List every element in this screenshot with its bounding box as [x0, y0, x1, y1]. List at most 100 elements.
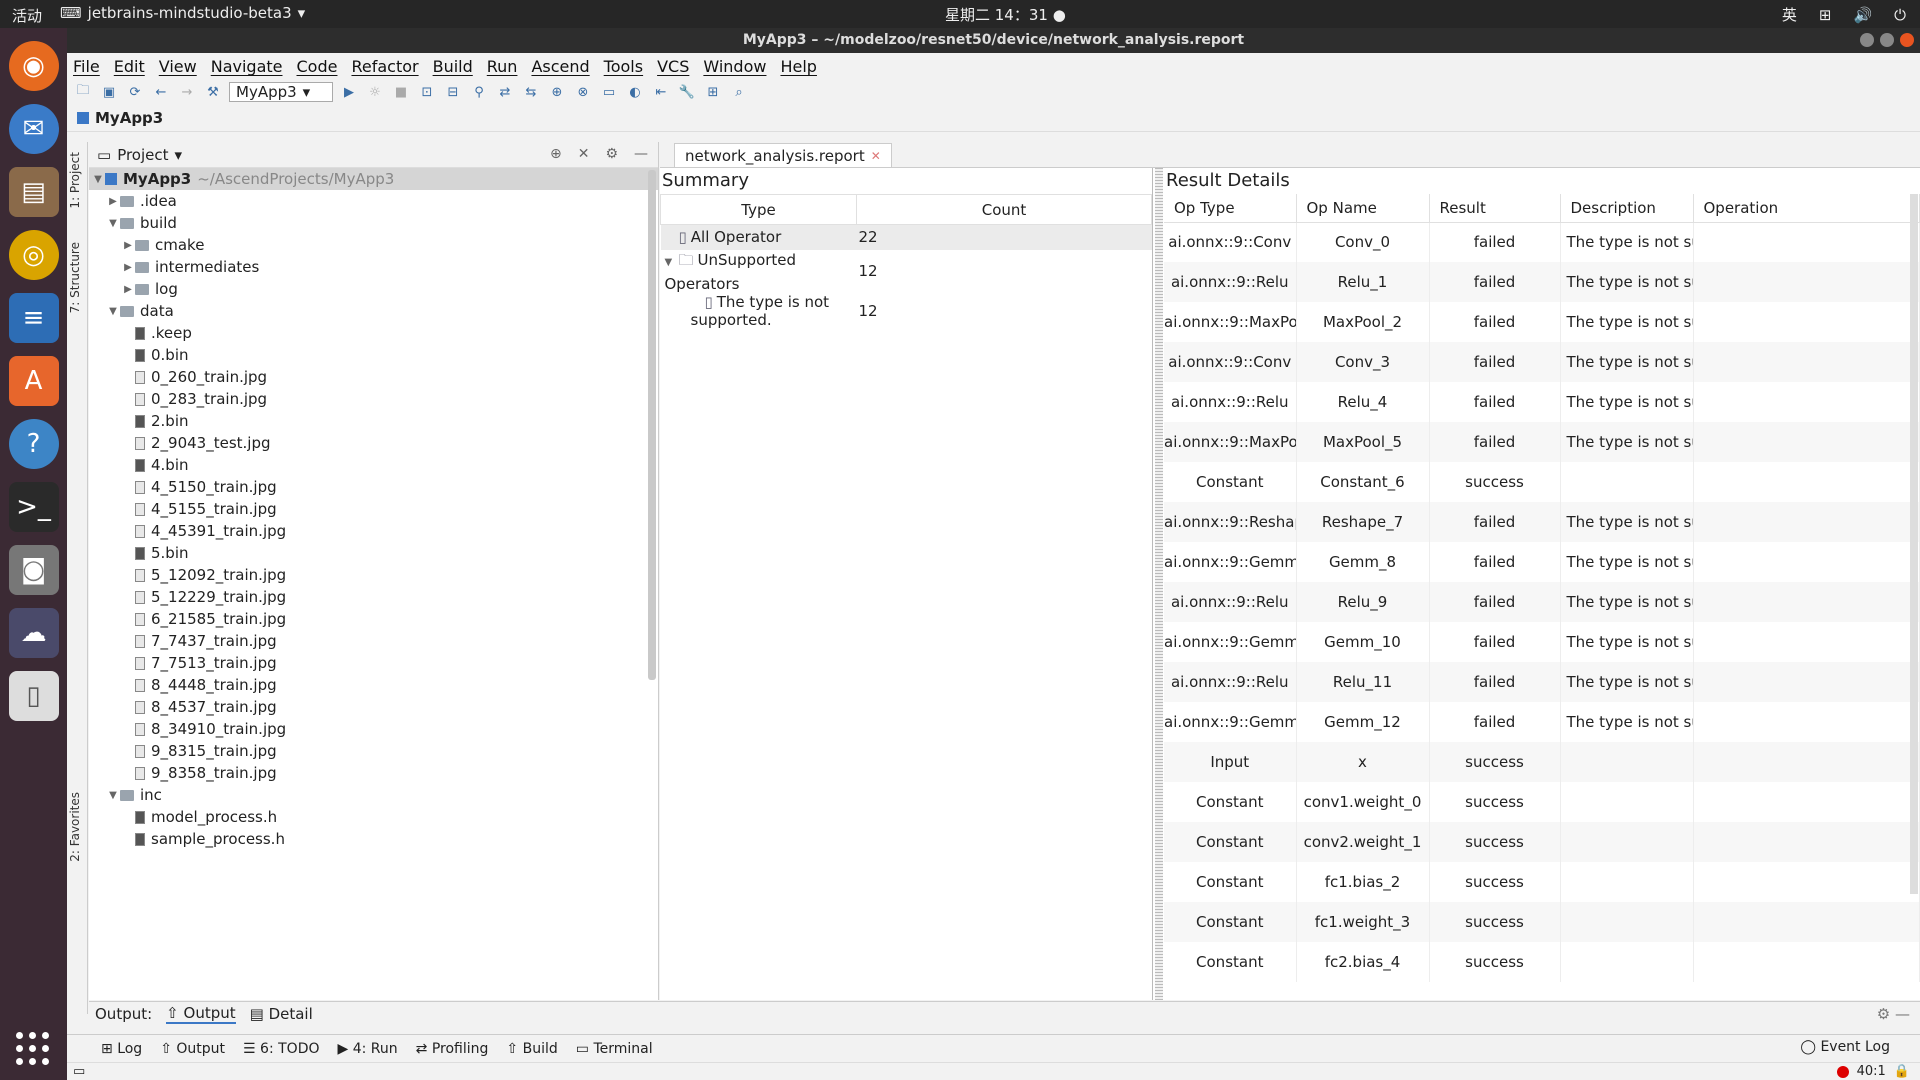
tree-item[interactable]: 0_260_train.jpg	[89, 366, 658, 388]
gear-icon[interactable]: ⚙ —	[1877, 1005, 1910, 1023]
tool-g-icon[interactable]: ⊗	[573, 82, 593, 102]
forward-icon[interactable]: →	[177, 82, 197, 102]
details-scrollbar[interactable]	[1910, 194, 1918, 894]
menu-vcs[interactable]: VCS	[657, 57, 689, 76]
tab-structure[interactable]: 7: Structure	[68, 242, 82, 313]
tree-item[interactable]: 4_5155_train.jpg	[89, 498, 658, 520]
menu-edit[interactable]: Edit	[114, 57, 145, 76]
tree-item[interactable]: ▼ build	[89, 212, 658, 234]
lock-icon[interactable]: 🔒	[1894, 1064, 1910, 1079]
tree-item[interactable]: 0.bin	[89, 344, 658, 366]
menu-run[interactable]: Run	[487, 57, 518, 76]
tool-window-log[interactable]: ⊞ Log	[101, 1041, 142, 1057]
event-log[interactable]: ◯ Event Log	[1800, 1039, 1890, 1055]
tree-item[interactable]: ▶ intermediates	[89, 256, 658, 278]
table-row[interactable]: ai.onnx::9::Gemm Gemm_12 failed The type is…	[1164, 702, 1920, 742]
summary-row[interactable]: ▼ 🗀 UnSupported Operators 12	[661, 250, 1152, 293]
activities-button[interactable]: 活动	[12, 5, 42, 26]
chevron-down-icon[interactable]: ▼	[665, 257, 679, 268]
terminal-icon[interactable]: >_	[8, 482, 59, 532]
tool-d-icon[interactable]: ⇄	[495, 82, 515, 102]
table-row[interactable]: Constant conv1.weight_0 success	[1164, 782, 1920, 822]
chevron-down-icon[interactable]: ▼	[91, 174, 105, 185]
tree-item[interactable]: 8_4537_train.jpg	[89, 696, 658, 718]
network-icon[interactable]: ⊞	[1819, 6, 1832, 24]
tool-window-output[interactable]: ⇧ Output	[160, 1041, 225, 1057]
table-row[interactable]: Constant fc1.weight_3 success	[1164, 902, 1920, 942]
tool-c-icon[interactable]: ⚲	[469, 82, 489, 102]
tree-item[interactable]: 6_21585_train.jpg	[89, 608, 658, 630]
chevron-right-icon[interactable]: ▶	[106, 196, 120, 207]
menu-file[interactable]: File	[73, 57, 100, 76]
tree-item[interactable]: 7_7513_train.jpg	[89, 652, 658, 674]
build-hammer-icon[interactable]: ⚒	[203, 82, 223, 102]
tree-item[interactable]: 2_9043_test.jpg	[89, 432, 658, 454]
files-icon[interactable]: ▤	[8, 167, 59, 217]
mindstudio-icon[interactable]: ☁	[8, 608, 59, 658]
menu-view[interactable]: View	[159, 57, 197, 76]
camera-icon[interactable]: ◙	[8, 545, 59, 595]
chevron-down-icon[interactable]: ▾	[175, 146, 183, 164]
chevron-right-icon[interactable]: ▶	[121, 262, 135, 273]
tree-item[interactable]: .keep	[89, 322, 658, 344]
table-row[interactable]: Input x success	[1164, 742, 1920, 782]
table-row[interactable]: ai.onnx::9::MaxPoolMaxPool_2failedThe ty…	[1164, 302, 1920, 342]
tree-item[interactable]: 4_5150_train.jpg	[89, 476, 658, 498]
table-row[interactable]: ai.onnx::9::Relu Relu_9 failed The type is …	[1164, 582, 1920, 622]
table-row[interactable]: ai.onnx::9::Relu Relu_4 failed The type is …	[1164, 382, 1920, 422]
tool-a-icon[interactable]: ⊡	[417, 82, 437, 102]
table-row[interactable]: Constant conv2.weight_1 success	[1164, 822, 1920, 862]
tool-window-profiling[interactable]: ⇄ Profiling	[416, 1041, 489, 1057]
layout-icon[interactable]: ▭	[73, 1064, 85, 1079]
collapse-icon[interactable]: ✕	[578, 146, 590, 162]
tab-output[interactable]: ⇧ Output	[166, 1004, 236, 1024]
table-row[interactable]: ai.onnx::9::Gemm Gemm_8 failed The type is …	[1164, 542, 1920, 582]
tree-item[interactable]: ▶ cmake	[89, 234, 658, 256]
search-icon[interactable]: ⌕	[729, 82, 749, 102]
table-row[interactable]: ai.onnx::9::ReshapeReshape_7failedThe ty…	[1164, 502, 1920, 542]
system-tray[interactable]: 英 ⊞ 🔊 ⏻	[1782, 4, 1906, 25]
tree-item[interactable]: 8_4448_train.jpg	[89, 674, 658, 696]
split-divider[interactable]	[1155, 168, 1163, 1000]
tree-item[interactable]: 5.bin	[89, 542, 658, 564]
tree-item[interactable]: 7_7437_train.jpg	[89, 630, 658, 652]
input-method[interactable]: 英	[1782, 4, 1797, 25]
volume-icon[interactable]: 🔊	[1853, 6, 1872, 24]
gear-icon[interactable]: ⚙	[605, 146, 618, 162]
table-row[interactable]: ai.onnx::9::Gemm Gemm_10 failed The type is…	[1164, 622, 1920, 662]
menu-code[interactable]: Code	[297, 57, 338, 76]
table-row[interactable]: Constant fc2.bias_4 success	[1164, 942, 1920, 982]
menu-tools[interactable]: Tools	[604, 57, 643, 76]
tool-i-icon[interactable]: ◐	[625, 82, 645, 102]
maximize-icon[interactable]	[1880, 33, 1894, 47]
text-editor-icon[interactable]: ▯	[8, 671, 59, 721]
help-icon[interactable]: ?	[8, 419, 59, 469]
tool-window-run[interactable]: ▶ 4: Run	[338, 1041, 398, 1057]
error-indicator-icon[interactable]	[1836, 1065, 1849, 1078]
tree-item[interactable]: 0_283_train.jpg	[89, 388, 658, 410]
tree-item[interactable]: 4_45391_train.jpg	[89, 520, 658, 542]
tree-item[interactable]: ▶ log	[89, 278, 658, 300]
tree-item[interactable]: 5_12092_train.jpg	[89, 564, 658, 586]
summary-row[interactable]: ▯ All Operator 22	[660, 224, 1152, 250]
run-config-select[interactable]: MyApp3 ▾	[229, 82, 333, 102]
rhythmbox-icon[interactable]: ◎	[8, 230, 59, 280]
tree-item[interactable]: ▼ data	[89, 300, 658, 322]
tree-item[interactable]: 9_8358_train.jpg	[89, 762, 658, 784]
summary-row[interactable]: ▯ The type is not supported. 12	[661, 293, 1152, 329]
project-view-select[interactable]: Project	[117, 146, 168, 164]
table-row[interactable]: Constant fc1.bias_2 success	[1164, 862, 1920, 902]
table-row[interactable]: ai.onnx::9::Conv Conv_0 failed The type is …	[1164, 222, 1920, 262]
show-apps-icon[interactable]	[16, 1032, 50, 1066]
column-header-op-name[interactable]: Op Name	[1296, 194, 1430, 223]
locate-icon[interactable]: ⊕	[550, 146, 562, 162]
tree-item[interactable]: 5_12229_train.jpg	[89, 586, 658, 608]
close-tab-icon[interactable]: ✕	[871, 149, 881, 163]
open-folder-icon[interactable]: 🗀	[73, 82, 93, 102]
project-structure-icon[interactable]: ⊞	[703, 82, 723, 102]
hide-icon[interactable]: —	[634, 146, 648, 162]
software-center-icon[interactable]: A	[8, 356, 59, 406]
menu-ascend[interactable]: Ascend	[531, 57, 589, 76]
settings-wrench-icon[interactable]: 🔧	[677, 82, 697, 102]
menu-navigate[interactable]: Navigate	[211, 57, 283, 76]
